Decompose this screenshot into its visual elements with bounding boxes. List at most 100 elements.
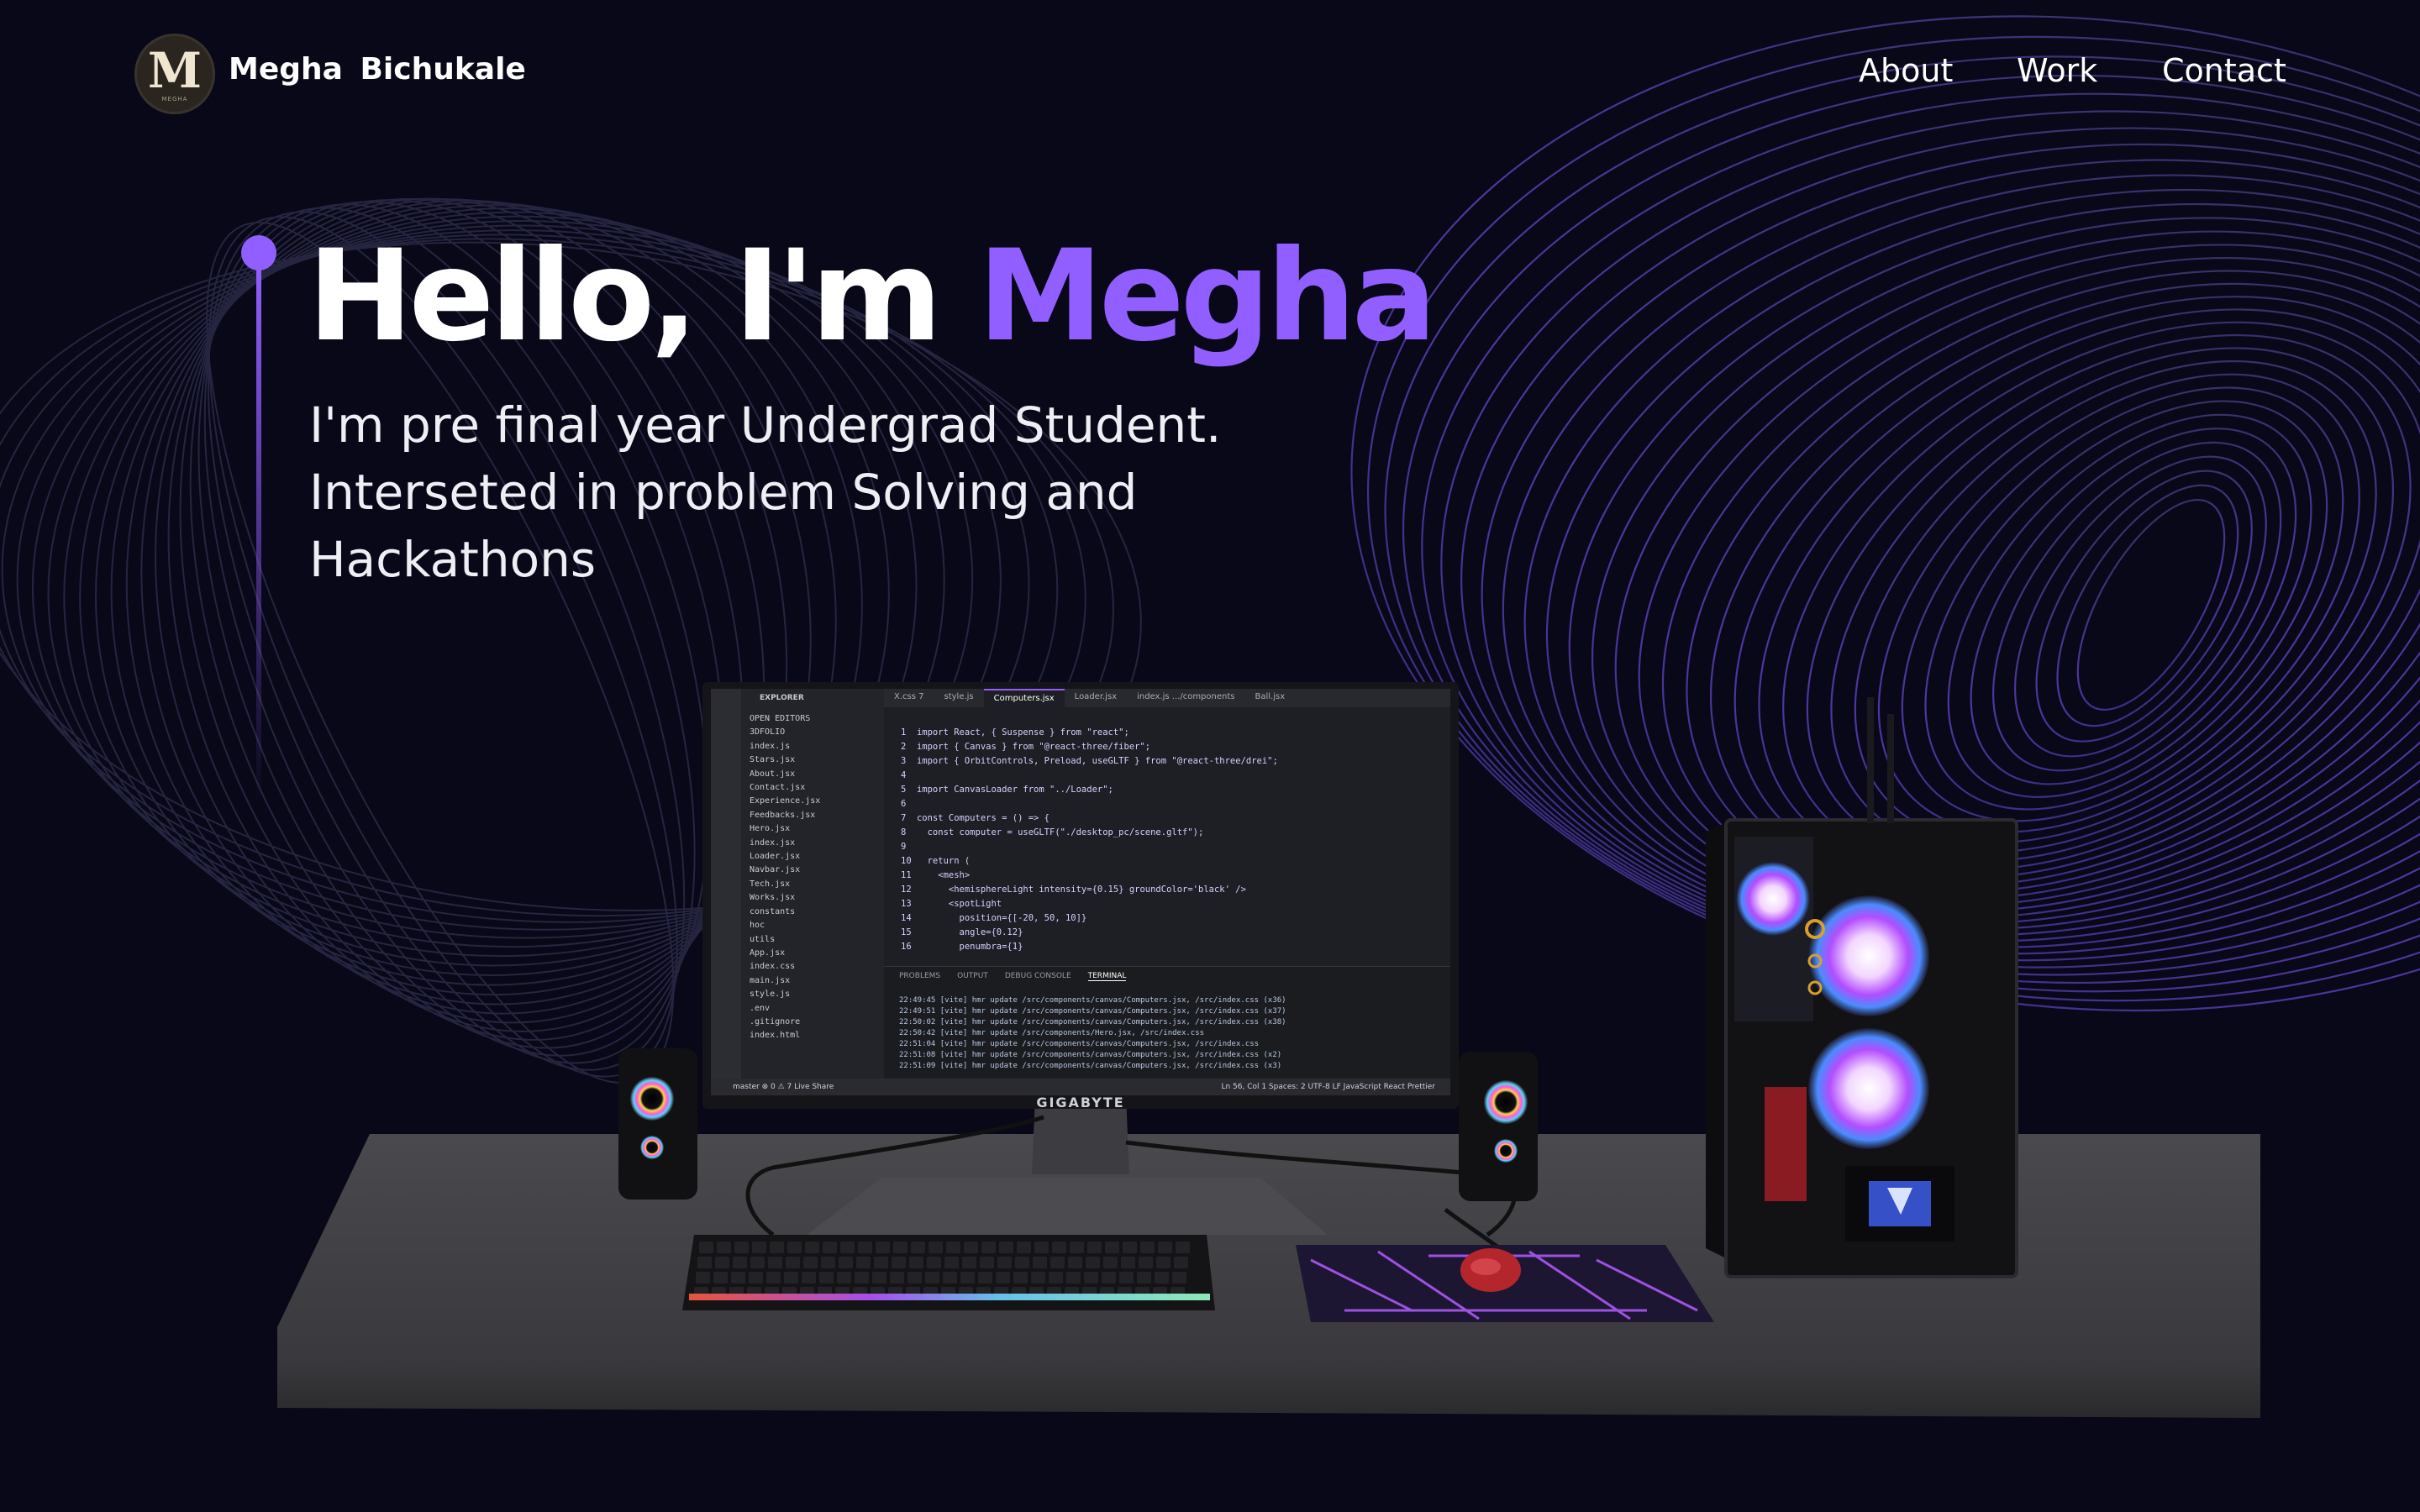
code-line: 8 const computer = useGLTF("./desktop_pc… [901,827,1204,837]
keyboard-key [996,1272,1010,1284]
pc-antenna [1887,714,1894,823]
keyboard-key [1052,1242,1066,1253]
pc-fan-left-icon [1736,862,1810,936]
status-bar: master ⊗ 0 ⚠ 7 Live Share Ln 56, Col 1 S… [711,1079,1450,1095]
editor-tab[interactable]: index.js .../components [1127,689,1244,707]
code-line: 7 const Computers = () => { [901,813,1050,823]
keyboard-key [1121,1257,1135,1268]
monitor-brand-label: GIGABYTE [1036,1095,1125,1110]
editor-tab[interactable]: Loader.jsx [1065,689,1127,707]
keyboard-key [802,1272,816,1284]
keyboard-key [858,1242,872,1253]
file-tree-item[interactable]: Hero.jsx [750,822,884,836]
keyboard-key [999,1242,1013,1253]
panel-tab[interactable]: OUTPUT [957,972,988,981]
code-line: 11 <mesh> [901,870,971,880]
file-tree-item[interactable]: Loader.jsx [750,850,884,864]
file-tree-item[interactable]: index.css [750,960,884,974]
keyboard-key [750,1257,765,1268]
file-tree-item[interactable]: index.js [750,740,884,753]
keyboard-key [929,1242,943,1253]
file-tree-item[interactable]: OPEN EDITORS [750,712,884,726]
keyboard-key [840,1242,855,1253]
keyboard-key [1103,1257,1118,1268]
monitor-screen[interactable]: EXPLORER OPEN EDITORS 3DFOLIO index.js S… [711,689,1450,1095]
code-line: 10 return ( [901,856,971,866]
file-tree-item[interactable]: constants [750,906,884,919]
file-tree-item[interactable]: .gitignore [750,1016,884,1029]
file-tree-item[interactable]: style.js [750,988,884,1001]
speaker-left [618,1048,697,1200]
keyboard-key [1123,1242,1137,1253]
keyboard-key [927,1257,941,1268]
file-tree-item[interactable]: index.jsx [750,837,884,850]
keyboard-key [766,1272,781,1284]
explorer-title: EXPLORER [760,694,804,702]
terminal-output: 22:49:45 [vite] hmr update /src/componen… [899,995,1286,1072]
keyboard-key [1158,1242,1172,1253]
keyboard-key [819,1272,834,1284]
keyboard-key [1174,1257,1188,1268]
file-tree-item[interactable]: Experience.jsx [750,795,884,808]
editor-tab-active[interactable]: Computers.jsx [983,689,1065,707]
editor-tab[interactable]: X.css 7 [884,689,934,707]
terminal-line: 22:51:09 [vite] hmr update /src/componen… [899,1062,1282,1070]
panel-tab-active[interactable]: TERMINAL [1087,972,1127,981]
code-line: 16 penumbra={1} [901,942,1023,952]
monitor-stand-base [807,1178,1328,1235]
file-tree-item[interactable]: Navbar.jsx [750,864,884,877]
terminal-line: 22:49:51 [vite] hmr update /src/componen… [899,1007,1286,1016]
terminal-line: 22:51:08 [vite] hmr update /src/componen… [899,1051,1282,1059]
file-tree-item[interactable]: 3DFOLIO [750,726,884,739]
file-tree-item[interactable]: Contact.jsx [750,781,884,795]
desk-front [277,1354,2260,1418]
keyboard-key [752,1242,766,1253]
keyboard-key [1015,1257,1029,1268]
keyboard-key [715,1257,729,1268]
terminal-panel: PROBLEMS OUTPUT DEBUG CONSOLE TERMINAL 2… [884,966,1450,1078]
keyboard-key [713,1272,728,1284]
code-editor[interactable]: 1 import React, { Suspense } from "react… [901,726,1278,954]
keyboard-key [1049,1272,1063,1284]
file-explorer: EXPLORER OPEN EDITORS 3DFOLIO index.js S… [711,689,884,1095]
keyboard-key [1172,1272,1186,1284]
keyboard-key [909,1257,923,1268]
keyboard-key [964,1242,978,1253]
keyboard-key [1017,1242,1031,1253]
file-tree-item[interactable]: Stars.jsx [750,753,884,767]
keyboard-key [1176,1242,1190,1253]
file-tree-item[interactable]: utils [750,933,884,947]
keyboard-key [874,1257,888,1268]
file-tree-item[interactable]: Tech.jsx [750,878,884,891]
file-tree-item[interactable]: main.jsx [750,974,884,988]
keyboard-key [908,1272,922,1284]
editor-tab[interactable]: style.js [934,689,984,707]
file-tree-item[interactable]: .env [750,1002,884,1016]
file-tree-item[interactable]: App.jsx [750,947,884,960]
keyboard-key [997,1257,1012,1268]
panel-tab[interactable]: PROBLEMS [899,972,940,981]
file-tree-item[interactable]: Works.jsx [750,891,884,905]
keyboard-key [856,1257,871,1268]
keyboard-key [717,1242,731,1253]
speaker-right-tweeter [1494,1139,1518,1163]
keyboard-key [960,1272,975,1284]
file-tree-item[interactable]: About.jsx [750,768,884,781]
keyboard-key [962,1257,976,1268]
file-tree-item[interactable]: Feedbacks.jsx [750,809,884,822]
keyboard-key [944,1257,959,1268]
file-tree-item[interactable]: hoc [750,919,884,932]
status-left: master ⊗ 0 ⚠ 7 Live Share [733,1083,834,1091]
keyboard-key [734,1242,749,1253]
keyboard-key [1156,1257,1171,1268]
file-tree-item[interactable]: index.html [750,1029,884,1042]
code-line: 15 angle={0.12} [901,927,1023,937]
editor-tab[interactable]: Ball.jsx [1245,689,1296,707]
keyboard-key [981,1242,996,1253]
terminal-line: 22:51:04 [vite] hmr update /src/componen… [899,1040,1260,1048]
panel-tab[interactable]: DEBUG CONSOLE [1005,972,1071,981]
keyboard-key [980,1257,994,1268]
code-line: 2 import { Canvas } from "@react-three/f… [901,742,1151,752]
keyboard-key [1066,1272,1081,1284]
keyboard-key [1137,1272,1151,1284]
